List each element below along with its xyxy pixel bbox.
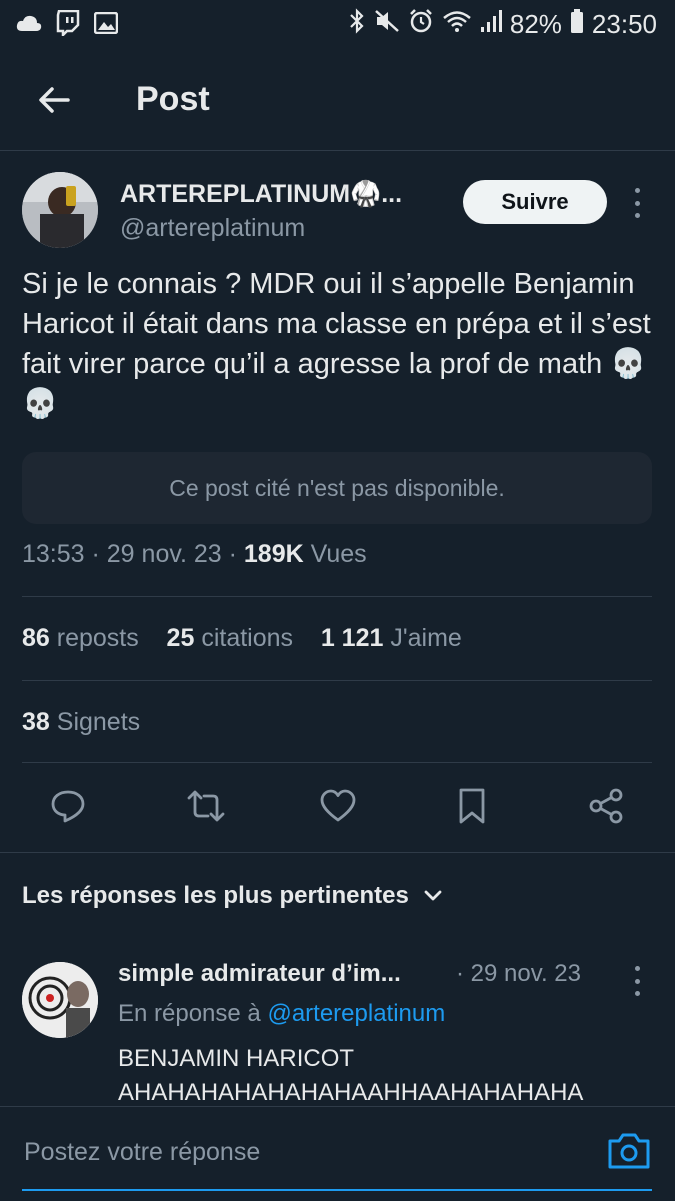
reply-to-handle-link[interactable]: @artereplatinum	[267, 1000, 445, 1027]
reply-avatar[interactable]	[22, 962, 98, 1038]
author-avatar[interactable]	[22, 172, 98, 248]
quote-unavailable-box: Ce post cité n'est pas disponible.	[22, 452, 652, 524]
more-options-icon[interactable]	[632, 188, 642, 218]
action-bar	[0, 782, 675, 838]
views-label: Vues	[310, 540, 367, 568]
reply-composer	[0, 1106, 675, 1201]
alarm-icon	[408, 8, 434, 41]
replies-sort-label: Les réponses les plus pertinentes	[22, 882, 409, 909]
engagement-stats: 86 reposts 25 citations 1 121 J'aime	[22, 624, 462, 653]
wifi-icon	[442, 9, 472, 40]
reply-icon[interactable]	[44, 782, 92, 830]
quotes-label: citations	[201, 624, 294, 652]
header-divider	[0, 150, 675, 151]
bookmarks-label: Signets	[56, 708, 141, 736]
reply-text-line: AHAHAHAHAHAHAHAAHHAAHAHAHAHA	[118, 1079, 584, 1106]
views-count: 189K	[243, 540, 304, 568]
bookmarks-stat[interactable]: 38 Signets	[22, 708, 140, 737]
reposts-label: reposts	[56, 624, 139, 652]
reply-text: BENJAMIN HARICOT AHAHAHAHAHAHAHAAHHAAHAH…	[118, 1042, 583, 1110]
quotes-count: 25	[166, 624, 195, 652]
top-bar: Post	[0, 60, 675, 140]
likes-label: J'aime	[390, 624, 462, 652]
share-icon[interactable]	[582, 782, 630, 830]
clock: 23:50	[591, 9, 657, 39]
battery-percent: 82%	[509, 9, 562, 39]
tweet-meta: 13:53 · 29 nov. 23 · 189K Vues	[22, 540, 367, 568]
bluetooth-icon	[348, 8, 366, 41]
repost-icon[interactable]	[182, 782, 230, 830]
meta-divider	[22, 596, 652, 597]
reply-input[interactable]	[22, 1137, 586, 1168]
like-icon[interactable]	[314, 782, 362, 830]
mute-icon	[374, 9, 400, 40]
reply-to-line: En réponse à @artereplatinum	[118, 1000, 445, 1028]
tweet-date: 29 nov. 23	[106, 540, 222, 568]
reply-date: · 29 nov. 23	[456, 960, 581, 987]
replies-sort-dropdown[interactable]: Les réponses les plus pertinentes	[22, 882, 443, 910]
reposts-stat[interactable]: 86 reposts	[22, 624, 139, 652]
bookmarks-divider	[22, 762, 652, 763]
author-handle[interactable]: @artereplatinum	[120, 214, 305, 243]
bookmark-icon[interactable]	[448, 782, 496, 830]
author-name[interactable]: ARTEREPLATINUM🥋...	[120, 180, 402, 209]
status-bar: 82% 23:50	[0, 0, 675, 48]
chevron-down-icon	[423, 882, 443, 910]
likes-count: 1 121	[320, 624, 384, 652]
reply-to-prefix: En réponse à	[118, 1000, 261, 1027]
tweet-text: Si je le connais ? MDR oui il s’appelle …	[22, 268, 651, 420]
bookmarks-count: 38	[22, 708, 50, 736]
quotes-stat[interactable]: 25 citations	[167, 624, 293, 652]
stats-divider	[22, 680, 652, 681]
actions-divider	[0, 852, 675, 853]
image-icon	[93, 11, 119, 39]
camera-icon[interactable]	[606, 1131, 652, 1171]
composer-focus-line	[22, 1189, 652, 1191]
twitch-icon	[56, 9, 80, 41]
battery-icon	[570, 8, 584, 41]
follow-button[interactable]: Suivre	[463, 180, 607, 224]
reposts-count: 86	[22, 624, 50, 652]
signal-icon	[480, 9, 502, 40]
cloud-icon	[16, 14, 42, 37]
reply-more-options-icon[interactable]	[632, 966, 642, 996]
likes-stat[interactable]: 1 121 J'aime	[321, 624, 462, 652]
page-title: Post	[136, 80, 210, 118]
reply-author-name[interactable]: simple admirateur d’im...	[118, 960, 401, 988]
back-arrow-icon[interactable]	[34, 80, 74, 120]
tweet-time: 13:53	[22, 540, 85, 568]
reply-text-line: BENJAMIN HARICOT	[118, 1045, 355, 1072]
